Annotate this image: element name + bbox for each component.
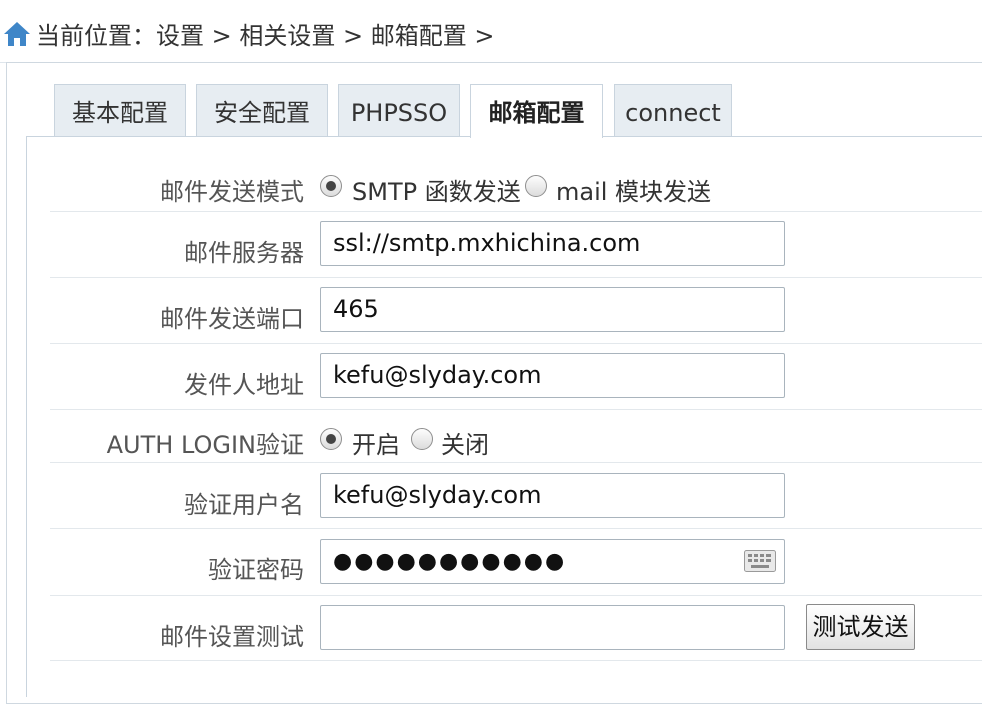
breadcrumb-separator: > bbox=[211, 22, 232, 50]
mail-test-label: 邮件设置测试 bbox=[160, 623, 304, 651]
auth-on-option-label[interactable]: 开启 bbox=[352, 425, 400, 460]
row-divider bbox=[50, 528, 982, 529]
breadcrumb-item-settings[interactable]: 设置 bbox=[156, 22, 204, 50]
home-icon[interactable] bbox=[2, 20, 32, 48]
auth-username-input[interactable]: kefu@slyday.com bbox=[320, 473, 785, 518]
row-divider bbox=[50, 660, 982, 661]
row-divider bbox=[50, 277, 982, 278]
mail-port-input[interactable]: 465 bbox=[320, 287, 785, 332]
row-divider bbox=[50, 343, 982, 344]
test-send-button[interactable]: 测试发送 bbox=[806, 604, 915, 650]
breadcrumb-item-mail-config[interactable]: 邮箱配置 bbox=[371, 22, 467, 50]
row-divider bbox=[50, 595, 982, 596]
row-divider bbox=[50, 409, 982, 410]
from-address-input[interactable]: kefu@slyday.com bbox=[320, 353, 785, 398]
auth-off-option-label[interactable]: 关闭 bbox=[441, 425, 489, 460]
row-divider bbox=[50, 462, 982, 463]
mail-server-input[interactable]: ssl://smtp.mxhichina.com bbox=[320, 221, 785, 266]
breadcrumb-item-related-settings[interactable]: 相关设置 bbox=[239, 22, 335, 50]
breadcrumb-separator: > bbox=[343, 22, 364, 50]
tab-security-config[interactable]: 安全配置 bbox=[196, 84, 328, 136]
smtp-option-label[interactable]: SMTP 函数发送 bbox=[352, 172, 521, 207]
keyboard-icon[interactable] bbox=[744, 550, 776, 572]
server-label: 邮件服务器 bbox=[184, 239, 304, 267]
breadcrumb-prefix: 当前位置： bbox=[36, 22, 156, 50]
mail-module-radio[interactable] bbox=[525, 175, 547, 197]
mail-module-option-label[interactable]: mail 模块发送 bbox=[556, 172, 711, 207]
breadcrumb-separator: > bbox=[474, 22, 495, 50]
breadcrumb-bar: 当前位置：设置 > 相关设置 > 邮箱配置 > bbox=[0, 0, 982, 63]
test-email-input[interactable] bbox=[320, 605, 785, 650]
auth-off-radio[interactable] bbox=[411, 428, 433, 450]
auth-login-label: AUTH LOGIN验证 bbox=[106, 431, 304, 459]
auth-user-label: 验证用户名 bbox=[184, 491, 304, 519]
from-address-label: 发件人地址 bbox=[184, 371, 304, 399]
row-divider bbox=[50, 211, 982, 212]
tab-mail-config[interactable]: 邮箱配置 bbox=[470, 84, 603, 138]
smtp-radio[interactable] bbox=[320, 175, 342, 197]
auth-password-label: 验证密码 bbox=[208, 556, 304, 584]
auth-on-radio[interactable] bbox=[320, 428, 342, 450]
tab-phpsso[interactable]: PHPSSO bbox=[338, 84, 460, 136]
auth-password-input[interactable]: ●●●●●●●●●●● bbox=[320, 539, 785, 584]
tab-connect[interactable]: connect bbox=[614, 84, 732, 136]
breadcrumb: 当前位置：设置 > 相关设置 > 邮箱配置 > bbox=[36, 16, 495, 51]
port-label: 邮件发送端口 bbox=[160, 305, 304, 333]
tab-basic-config[interactable]: 基本配置 bbox=[54, 84, 186, 136]
send-mode-label: 邮件发送模式 bbox=[160, 178, 304, 206]
